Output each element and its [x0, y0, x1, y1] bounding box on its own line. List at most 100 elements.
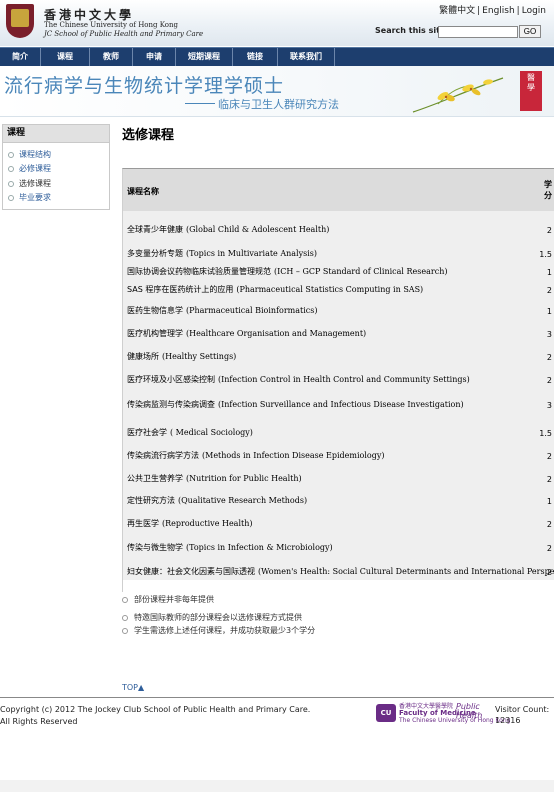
cuhk-logo[interactable]: CU — [376, 704, 396, 722]
course-name: 传染与微生物学 (Topics in Infection & Microbiolo… — [127, 542, 333, 553]
banner-subtitle: 临床与卫生人群研究方法 — [218, 98, 339, 111]
visitor-count: 12316 — [495, 716, 521, 725]
course-name-en: (Infection Surveillance and Infectious D… — [218, 400, 464, 409]
course-name-en: (Topics in Multivariate Analysis) — [186, 249, 317, 258]
back-to-top-link[interactable]: TOP▲ — [122, 683, 144, 692]
nav-item-teachers[interactable]: 教师 — [90, 48, 133, 66]
note-text: 特邀国际教师的部分课程会以选修课程方式提供 — [134, 613, 302, 622]
course-name-en: (Women's Health: Social Cultural Determi… — [258, 567, 554, 576]
sidebar-item-label: 毕业要求 — [19, 193, 51, 202]
course-name: 医药生物信息学 (Pharmaceutical Bioinformatics) — [127, 305, 318, 316]
table-row: 医疗环境及小区感染控制 (Infection Control in Health … — [123, 365, 554, 389]
nav-item-apply[interactable]: 申请 — [133, 48, 176, 66]
course-credit: 1 — [546, 307, 552, 316]
sidebar-item-graduation[interactable]: 毕业要求 — [8, 192, 51, 203]
table-row: 医疗社会学( Medical Sociology) 1.5 — [123, 413, 554, 442]
banner-dash — [185, 103, 215, 104]
bullet-icon — [122, 596, 128, 603]
course-name-zh: 传染与微生物学 — [127, 543, 183, 552]
course-name: SAS 程序在医药统计上的应用 (Pharmaceutical Statistic… — [127, 284, 423, 295]
orchid-illustration-icon — [412, 77, 504, 113]
list-item: 学生需选修上述任何课程，并成功获取最少3个学分 — [122, 625, 315, 636]
course-name-zh: 公共卫生营养学 — [127, 474, 183, 483]
table-row: 健康场所 (Healthy Settings) 2 — [123, 342, 554, 366]
table-row: 多变量分析专题 (Topics in Multivariate Analysis)… — [123, 238, 554, 263]
course-name: 医疗社会学( Medical Sociology) — [127, 427, 253, 438]
copyright-line-2: All Rights Reserved — [0, 717, 78, 726]
course-name: 健康场所 (Healthy Settings) — [127, 351, 236, 362]
course-name-zh: 传染病监测与传染病调查 — [127, 400, 215, 409]
nav-item-short-courses[interactable]: 短期课程 — [176, 48, 233, 66]
sidebar-item-label: 必修课程 — [19, 164, 51, 173]
bullet-icon — [8, 180, 14, 187]
table-row: 传染与微生物学 (Topics in Infection & Microbiolo… — [123, 532, 554, 557]
course-credit: 2 — [546, 226, 552, 235]
course-name-en: (Qualitative Research Methods) — [178, 496, 308, 505]
course-name-en: (Healthy Settings) — [162, 352, 237, 361]
nav-item-programme[interactable]: 课程 — [41, 48, 90, 66]
table-row: 传染病监测与传染病调查 (Infection Surveillance and I… — [123, 388, 554, 414]
table-row: 医药生物信息学 (Pharmaceutical Bioinformatics) 1 — [123, 298, 554, 320]
copyright: Copyright (c) 2012 The Jockey Club Schoo… — [0, 704, 310, 728]
footer-divider — [0, 697, 554, 698]
page-title: 选修课程 — [122, 128, 175, 143]
course-name-zh: 妇女健康：社会文化因素与国际透视 — [127, 567, 255, 576]
course-credit: 2 — [546, 520, 552, 529]
nav-item-links[interactable]: 链接 — [233, 48, 278, 66]
table-row: 医疗机构管理学 (Healthcare Organisation and Mana… — [123, 319, 554, 343]
nav-item-contact[interactable]: 联系我们 — [278, 48, 335, 66]
course-name-zh: 医疗环境及小区感染控制 — [127, 375, 215, 384]
banner-divider — [0, 116, 554, 117]
course-name: 定性研究方法 (Qualitative Research Methods) — [127, 495, 307, 506]
header-credit-2: 分 — [544, 191, 552, 200]
course-name-zh: 医药生物信息学 — [127, 306, 183, 315]
course-name-zh: 医疗社会学 — [127, 428, 167, 437]
separator: | — [516, 6, 520, 16]
seal-character: 學 — [527, 83, 535, 92]
course-credit: 2 — [546, 452, 552, 461]
separator: | — [477, 6, 481, 16]
electives-table: 课程名称 学分 全球青少年健康 (Global Child & Adolescen… — [122, 168, 554, 592]
lang-trad-link[interactable]: 繁體中文 — [439, 6, 475, 16]
note-text: 学生需选修上述任何课程，并成功获取最少3个学分 — [134, 626, 316, 635]
course-credit: 2 — [546, 353, 552, 362]
course-credit: 3 — [546, 401, 552, 410]
sidebar-item-label: 选修课程 — [19, 179, 51, 188]
bullet-icon — [8, 165, 14, 172]
sidebar-item-structure[interactable]: 课程结构 — [8, 149, 51, 160]
seal-character: 醫 — [527, 73, 535, 82]
course-credit: 2 — [546, 568, 552, 577]
course-name-en: (Methods in Infection Disease Epidemiolo… — [202, 451, 385, 460]
list-item: 特邀国际教师的部分课程会以选修课程方式提供 — [122, 612, 302, 623]
cuhk-crest-logo[interactable] — [6, 4, 34, 38]
table-row: 全球青少年健康 (Global Child & Adolescent Health… — [123, 211, 554, 239]
login-link[interactable]: Login — [522, 6, 546, 16]
course-credit: 3 — [546, 330, 552, 339]
sidebar: 课程 课程结构 必修课程 选修课程 毕业要求 — [2, 124, 110, 210]
course-name: 传染病流行病学方法 (Methods in Infection Disease E… — [127, 450, 384, 461]
list-item: 部份课程并非每年提供 — [122, 594, 214, 605]
school-name: JC School of Public Health and Primary C… — [44, 30, 204, 38]
public-health-logo[interactable]: Public Health — [456, 702, 494, 726]
course-name-zh: SAS 程序在医药统计上的应用 — [127, 285, 234, 294]
search-go-button[interactable]: GO — [519, 25, 541, 38]
sidebar-item-electives[interactable]: 选修课程 — [8, 178, 51, 189]
course-name-zh: 健康场所 — [127, 352, 159, 361]
nav-item-intro[interactable]: 简介 — [0, 48, 41, 66]
course-name-en: (Pharmaceutical Statistics Computing in … — [236, 285, 424, 294]
search-input[interactable] — [438, 26, 518, 38]
course-name: 医疗机构管理学 (Healthcare Organisation and Mana… — [127, 328, 366, 339]
course-name-en: (Infection Control in Health Control and… — [218, 375, 470, 384]
table-row: 传染病流行病学方法 (Methods in Infection Disease E… — [123, 441, 554, 465]
course-credit: 1.5 — [539, 429, 552, 438]
table-row: 定性研究方法 (Qualitative Research Methods) 1 — [123, 487, 554, 510]
course-name-en: (Topics in Infection & Microbiology) — [186, 543, 333, 552]
lang-english-link[interactable]: English — [482, 6, 515, 16]
course-credit: 2 — [546, 286, 552, 295]
crest-shield-icon — [11, 9, 29, 27]
course-name: 再生医学 (Reproductive Health) — [127, 518, 253, 529]
sidebar-item-core[interactable]: 必修课程 — [8, 163, 51, 174]
bullet-icon — [122, 627, 128, 634]
course-credit: 1 — [546, 497, 552, 506]
course-name: 多变量分析专题 (Topics in Multivariate Analysis) — [127, 248, 317, 259]
